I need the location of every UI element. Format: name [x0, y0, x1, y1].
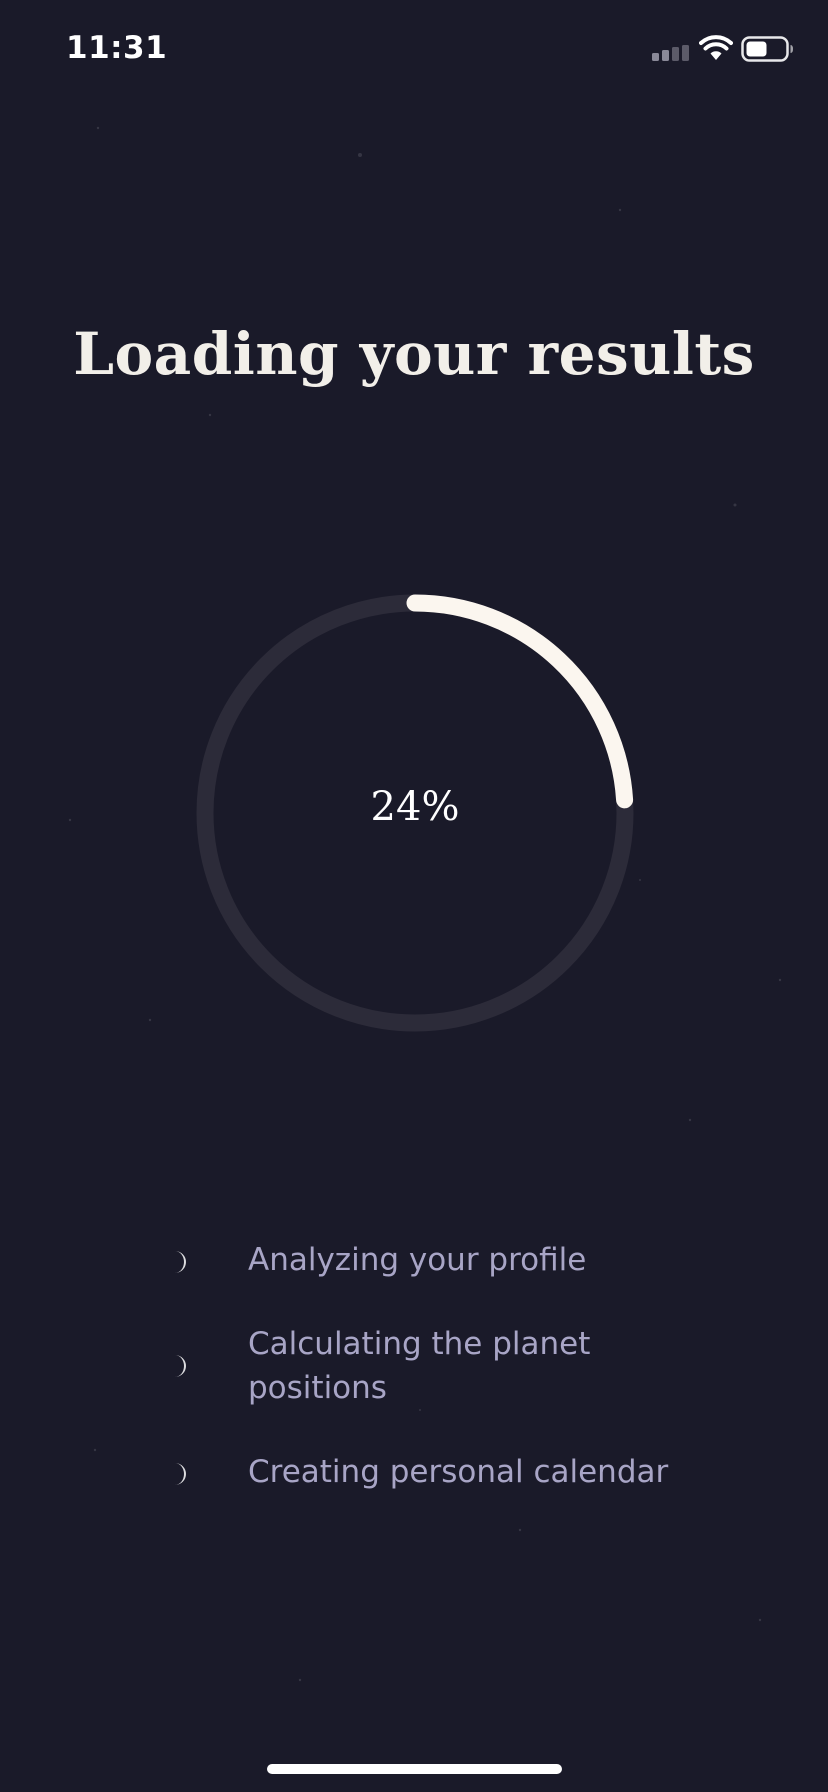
step-label: Creating personal calendar [248, 1454, 669, 1490]
moon-icon [175, 1355, 186, 1377]
moon-icon [175, 1463, 186, 1485]
signal-icon [652, 45, 689, 61]
status-time: 11:31 [66, 30, 168, 66]
home-indicator[interactable] [267, 1764, 562, 1774]
loading-screen: 11:31 Loading your results 24% Analyzing… [0, 0, 828, 1792]
page-title: Loading your results [73, 320, 755, 388]
moon-icon [175, 1251, 186, 1273]
battery-icon [741, 36, 793, 62]
status-bar: 11:31 [0, 0, 828, 100]
wifi-icon [699, 35, 733, 60]
progress-percent: 24% [370, 784, 460, 830]
progress-arc [406, 594, 634, 809]
step-label: Analyzing your profile [248, 1242, 587, 1278]
step-label: Calculating the planet positions [248, 1326, 591, 1406]
